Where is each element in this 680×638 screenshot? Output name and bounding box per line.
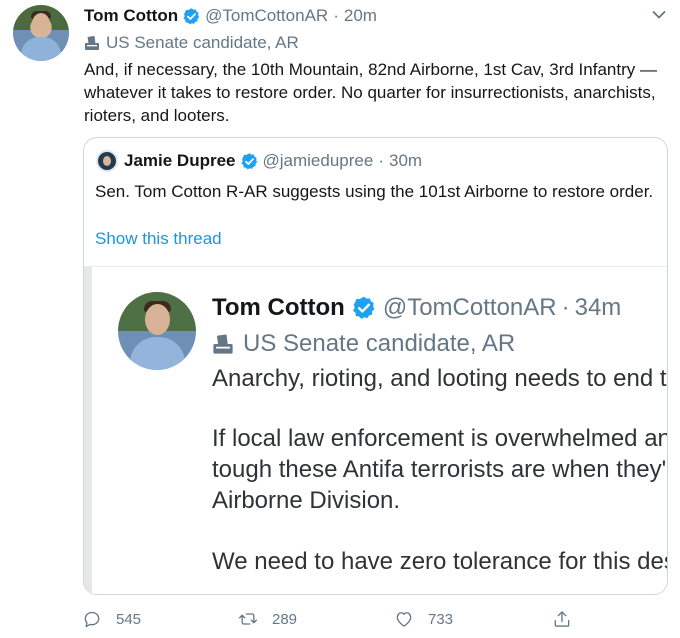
tweet-timestamp[interactable]: 20m [344, 6, 377, 26]
screenshot-timestamp: 34m [574, 294, 622, 321]
screenshot-text-line: We need to have zero tolerance for this … [212, 548, 668, 575]
screenshot-text-line: tough these Antifa terrorists are when t… [212, 456, 667, 483]
author-name[interactable]: Tom Cotton [84, 6, 178, 26]
retweet-count: 289 [272, 610, 298, 628]
heart-icon [396, 612, 412, 627]
candidate-label-text: US Senate candidate, AR [106, 33, 299, 52]
quoted-tweet[interactable]: Jamie Dupree @jamiedupree · 30m Sen. Tom… [83, 137, 668, 595]
tweet-header: Tom Cotton @TomCottonAR · 20m [84, 5, 377, 27]
separator-dot: · [561, 294, 570, 321]
show-thread-link[interactable]: Show this thread [95, 229, 222, 249]
ballot-box-icon [85, 36, 99, 50]
separator-dot: · [378, 151, 384, 170]
screenshot-header: Tom Cotton @TomCottonAR · 34m [212, 293, 621, 323]
separator-dot: · [333, 6, 339, 25]
quoted-tweet-timestamp[interactable]: 30m [389, 151, 422, 171]
chevron-down-icon[interactable] [652, 10, 666, 20]
screenshot-text-line: Airborne Division. [212, 487, 401, 514]
tweet-actions: 545 289 733 [0, 605, 680, 633]
like-button[interactable]: 733 [394, 605, 453, 633]
screenshot-author-name: Tom Cotton [212, 294, 345, 321]
reply-button[interactable]: 545 [82, 605, 141, 633]
verified-badge-icon [352, 296, 375, 319]
verified-badge-icon [241, 152, 257, 169]
screenshot-border [84, 267, 92, 594]
ballot-box-icon [213, 334, 233, 354]
share-icon [554, 611, 570, 627]
quoted-tweet-header: Jamie Dupree @jamiedupree · 30m [124, 150, 422, 172]
screenshot-candidate-label-text: US Senate candidate, AR [243, 330, 516, 357]
retweet-icon [239, 613, 257, 625]
quoted-author-avatar[interactable] [96, 150, 118, 172]
quoted-tweet-text: Sen. Tom Cotton R-AR suggests using the … [95, 182, 654, 201]
candidate-label: US Senate candidate, AR [84, 32, 299, 54]
share-button[interactable] [552, 605, 586, 633]
author-avatar[interactable] [13, 5, 69, 61]
quoted-author-handle[interactable]: @jamiedupree [263, 151, 374, 171]
screenshot-author-handle: @TomCottonAR [382, 294, 557, 321]
screenshot-text-line: If local law enforcement is overwhelmed … [212, 425, 668, 452]
reply-count: 545 [116, 610, 142, 628]
screenshot-avatar [118, 292, 196, 370]
author-handle[interactable]: @TomCottonAR [205, 6, 328, 26]
tweet-text: And, if necessary, the 10th Mountain, 82… [84, 60, 657, 125]
verified-badge-icon [183, 7, 200, 24]
screenshot-text-line: Anarchy, rioting, and looting needs to e… [212, 365, 667, 392]
screenshot-candidate-label: US Senate candidate, AR [212, 329, 515, 359]
retweet-button[interactable]: 289 [238, 605, 297, 633]
reply-icon [84, 611, 100, 628]
like-count: 733 [428, 610, 454, 628]
embedded-screenshot-image[interactable]: Tom Cotton @TomCottonAR · 34m US Senate … [84, 266, 668, 594]
quoted-author-name[interactable]: Jamie Dupree [124, 151, 236, 171]
